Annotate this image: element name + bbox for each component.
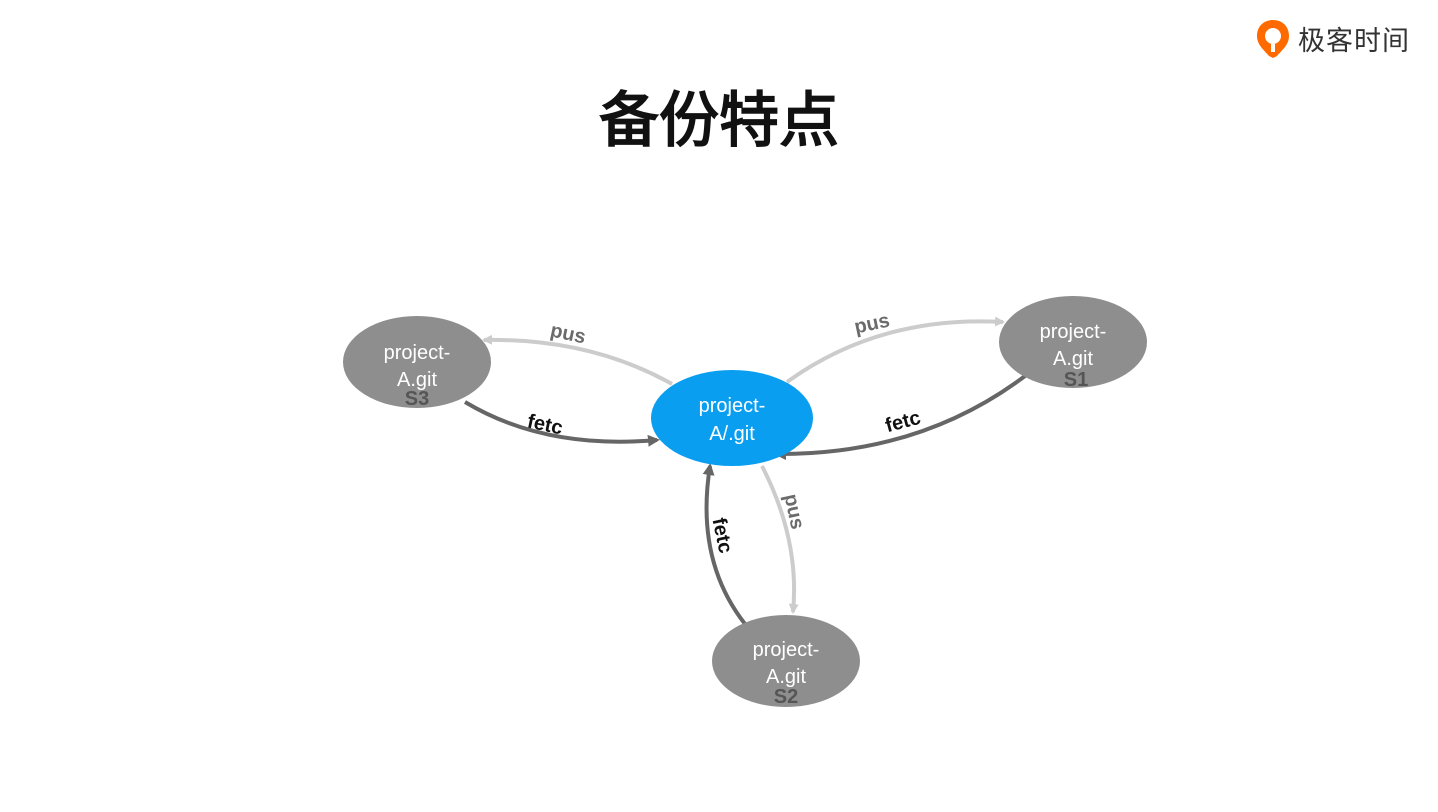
node-s1-tag: S1	[1064, 369, 1088, 391]
node-s2-tag: S2	[774, 686, 798, 708]
node-s1-line1: project-	[1040, 321, 1107, 343]
node-s2-line1: project-	[753, 639, 820, 661]
node-s3-line2: A.git	[397, 369, 437, 391]
center-node: project- A/.git	[651, 370, 813, 466]
backup-diagram: pus pus pus fetc fetc fetc project- A/.g…	[343, 296, 1147, 708]
center-node-line1: project-	[699, 395, 766, 417]
node-s3: S3 project- A.git	[343, 316, 491, 410]
node-s1-line2: A.git	[1053, 348, 1093, 370]
node-s3-line1: project-	[384, 342, 451, 364]
push-edge-s1	[785, 316, 1005, 384]
center-node-line2: A/.git	[709, 423, 755, 445]
fetch-label-s3: fetc	[525, 411, 564, 440]
node-s2-line2: A.git	[766, 666, 806, 688]
push-edge-s2	[760, 465, 799, 614]
node-s3-tag: S3	[405, 388, 429, 410]
node-s2: S2 project- A.git	[712, 615, 860, 708]
